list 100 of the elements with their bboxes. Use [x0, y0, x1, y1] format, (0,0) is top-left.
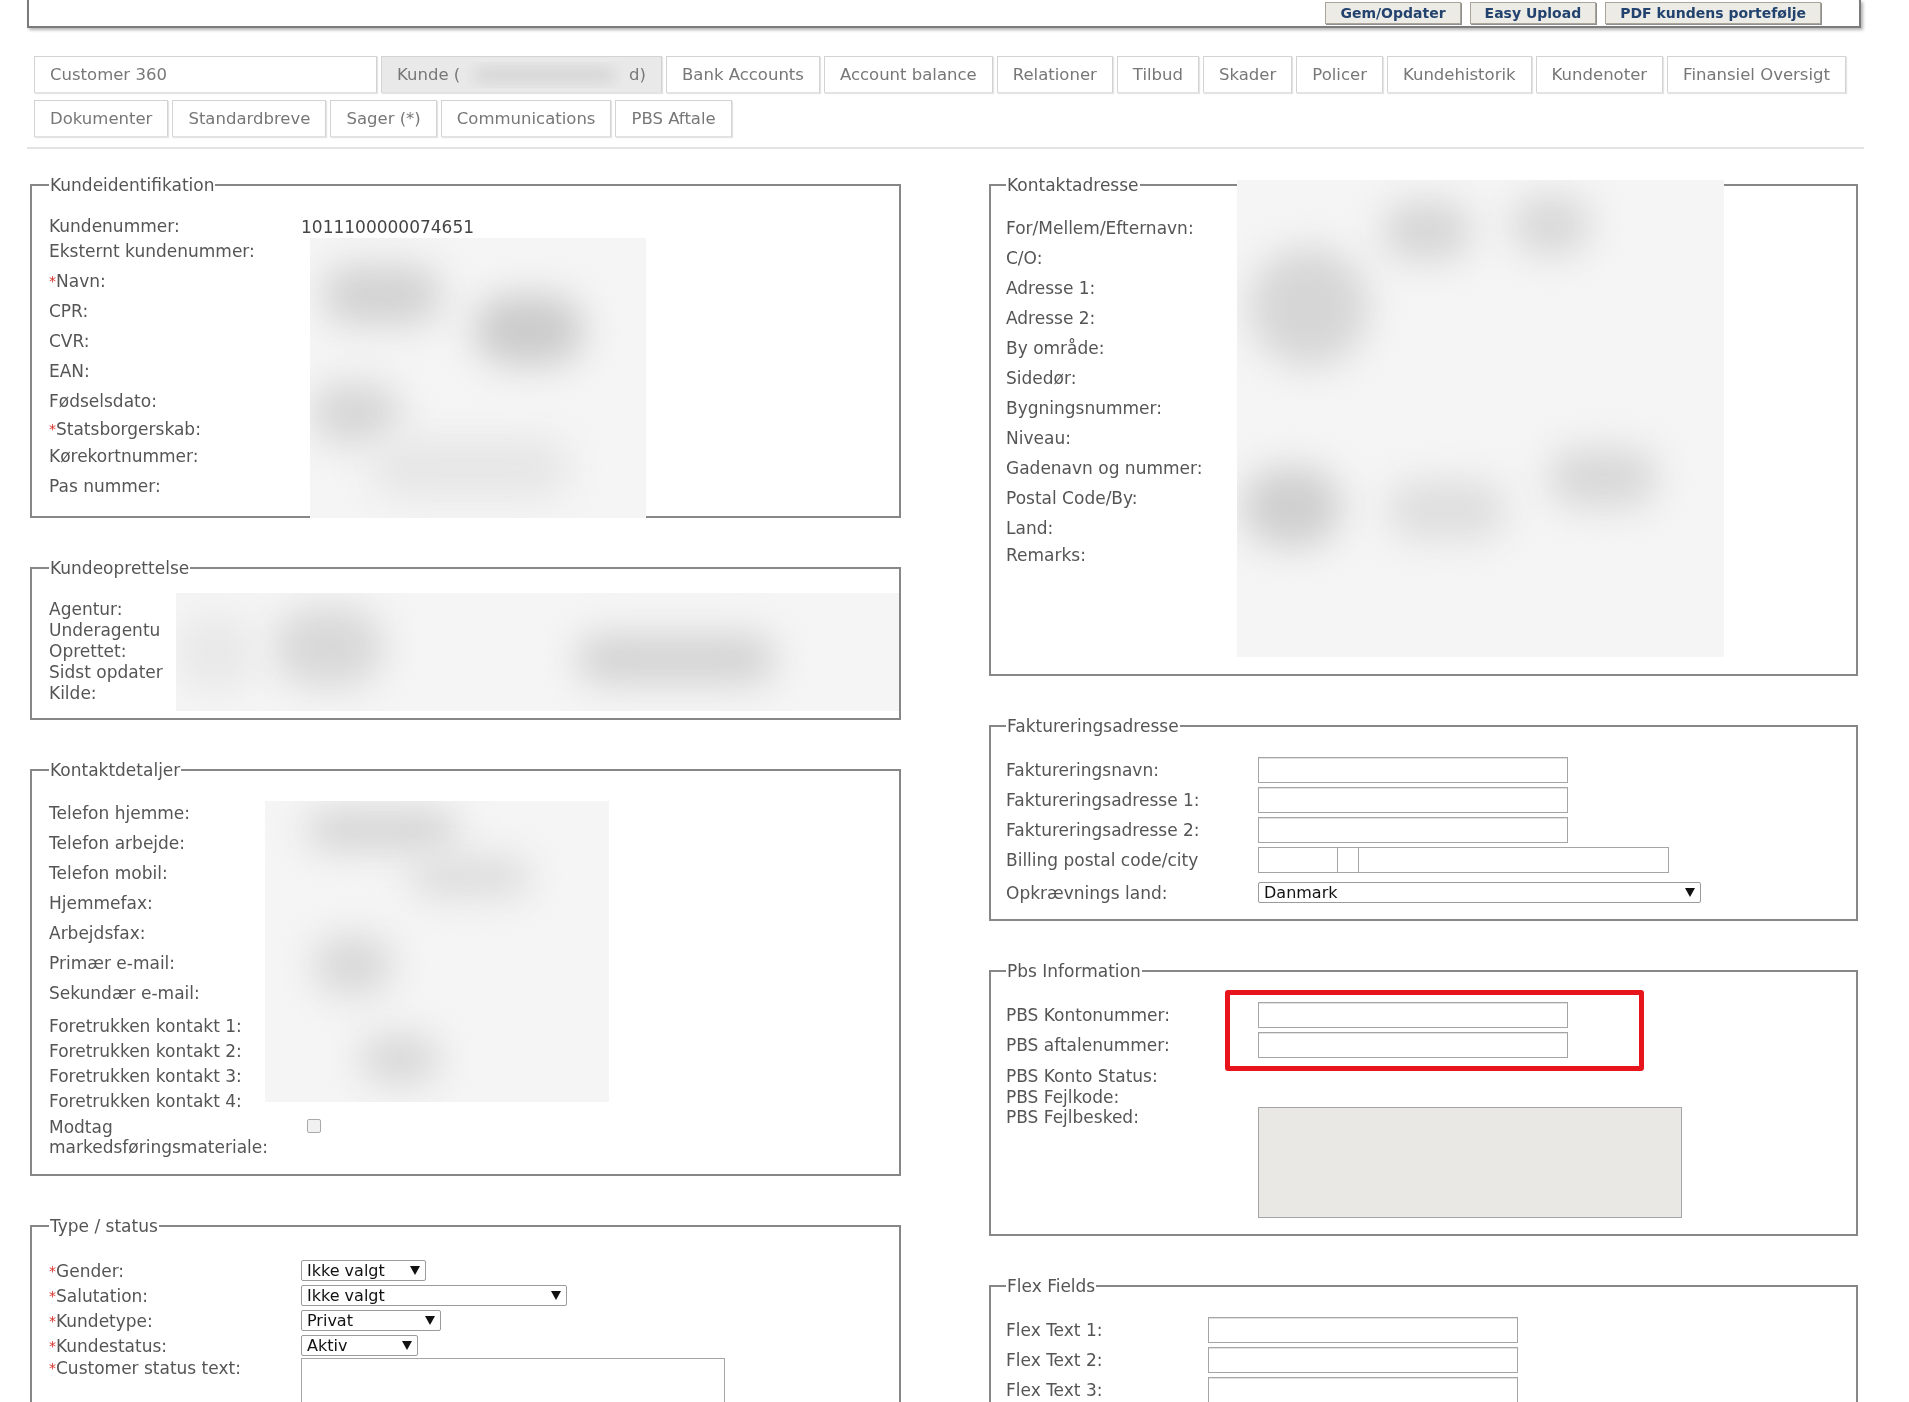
checkbox[interactable]	[307, 1119, 321, 1133]
tab[interactable]: Communications	[440, 100, 612, 137]
field-label: PBS Konto Status:	[1006, 1065, 1159, 1086]
field-label: For/Mellem/Efternavn:	[1006, 218, 1194, 238]
tab[interactable]: Customer 360	[34, 56, 377, 93]
field-label: Faktureringsadresse 2:	[1006, 820, 1201, 840]
field-label: Foretrukken kontakt 4:	[49, 1090, 242, 1111]
caret-icon	[402, 1341, 412, 1350]
dropdown[interactable]: Danmark	[1258, 882, 1701, 903]
toolbar-button[interactable]: Easy Upload	[1469, 2, 1597, 24]
input-field[interactable]	[1208, 1377, 1518, 1402]
input-field[interactable]	[1358, 847, 1669, 873]
tab[interactable]: Dokumenter	[34, 100, 169, 137]
tab[interactable]: PBS Aftale	[615, 100, 732, 137]
tab[interactable]: Kundenoter	[1535, 56, 1664, 93]
field-label: *Kundestatus:	[49, 1335, 169, 1356]
field-label: *Kundetype:	[49, 1310, 154, 1331]
field-label: Niveau:	[1006, 428, 1071, 448]
field-label: Pas nummer:	[49, 476, 161, 496]
section-legend: Kontaktdetaljer	[49, 760, 182, 780]
tab[interactable]: Tilbud	[1116, 56, 1199, 93]
field-label: Adresse 1:	[1006, 278, 1096, 298]
caret-icon	[410, 1266, 420, 1275]
field-label: Flex Text 2:	[1006, 1350, 1104, 1370]
field-label: Sidedør:	[1006, 368, 1077, 388]
input-field[interactable]	[1258, 817, 1568, 843]
field-label: Arbejdsfax:	[49, 923, 146, 943]
field-label: Faktureringsnavn:	[1006, 760, 1160, 780]
section-legend: Pbs Information	[1006, 961, 1142, 981]
field-label: PBS Fejlbesked:	[1006, 1107, 1140, 1127]
field-label: Fødselsdato:	[49, 391, 157, 411]
input-field[interactable]	[1208, 1347, 1518, 1373]
field-label: Modtag markedsføringsmateriale:	[49, 1117, 269, 1157]
field-label: Faktureringsadresse 1:	[1006, 790, 1201, 810]
tab[interactable]: Policer	[1296, 56, 1383, 93]
input-field[interactable]	[1258, 1002, 1568, 1028]
field-label: Gadenavn og nummer:	[1006, 458, 1203, 478]
section-legend: Kundeidentifikation	[49, 175, 216, 195]
field-label: Telefon mobil:	[49, 863, 168, 883]
field-label: Land:	[1006, 518, 1054, 538]
section-legend: Faktureringsadresse	[1006, 716, 1180, 736]
tab[interactable]: Bank Accounts	[666, 56, 820, 93]
caret-icon	[551, 1291, 561, 1300]
field-label: Kørekortnummer:	[49, 446, 199, 466]
field-label: Kilde:	[49, 682, 97, 703]
field-label: Foretrukken kontakt 1:	[49, 1015, 242, 1036]
input-field[interactable]	[1258, 847, 1338, 873]
field-label: Telefon arbejde:	[49, 833, 186, 853]
field-label: Underagentu	[49, 619, 161, 640]
field-label: Hjemmefax:	[49, 893, 153, 913]
field-label: Kundenummer:	[49, 215, 180, 236]
field-label: *Salutation:	[49, 1285, 150, 1306]
field-label: By område:	[1006, 338, 1105, 358]
field-label: Flex Text 3:	[1006, 1380, 1104, 1400]
toolbar-button[interactable]: PDF kundens portefølje	[1605, 2, 1821, 24]
field-label: PBS Fejlkode:	[1006, 1086, 1121, 1107]
tab[interactable]: Finansiel Oversigt	[1667, 56, 1846, 93]
input-field[interactable]	[1258, 1032, 1568, 1058]
field-label: *Navn:	[49, 271, 106, 291]
field-label: Agentur:	[49, 598, 123, 619]
field-label: *Gender:	[49, 1260, 126, 1281]
tab[interactable]: Sager (*)	[330, 100, 437, 137]
dropdown[interactable]: Privat	[301, 1310, 441, 1331]
tab[interactable]: Kundehistorik	[1386, 56, 1532, 93]
toolbar-button[interactable]: Gem/Opdater	[1325, 2, 1461, 24]
field-label: PBS Kontonummer:	[1006, 1005, 1171, 1025]
tab[interactable]: Kunde ( d)	[381, 56, 662, 93]
field-value: 1011100000074651	[301, 216, 475, 237]
input-field[interactable]	[1258, 787, 1568, 813]
section-legend: Kundeoprettelse	[49, 558, 191, 578]
field-label: Flex Text 1:	[1006, 1320, 1104, 1340]
field-label: Foretrukken kontakt 2:	[49, 1040, 242, 1061]
field-label: Bygningsnummer:	[1006, 398, 1162, 418]
field-label: *Statsborgerskab:	[49, 418, 201, 439]
tab[interactable]: Relationer	[996, 56, 1113, 93]
field-label: Sidst opdater	[49, 661, 163, 682]
dropdown[interactable]: Ikke valgt	[301, 1260, 426, 1281]
field-label: Postal Code/By:	[1006, 488, 1138, 508]
field-label: Sekundær e-mail:	[49, 983, 200, 1003]
dropdown[interactable]: Ikke valgt	[301, 1285, 567, 1306]
field-label: Remarks:	[1006, 545, 1086, 565]
section-legend: Flex Fields	[1006, 1276, 1097, 1296]
tab[interactable]: Account balance	[823, 56, 993, 93]
tab[interactable]: Skader	[1203, 56, 1293, 93]
dropdown[interactable]: Aktiv	[301, 1335, 418, 1356]
caret-icon	[425, 1316, 435, 1325]
field-label: *Customer status text:	[49, 1358, 242, 1378]
field-label: CPR:	[49, 301, 89, 321]
input-field[interactable]	[1258, 757, 1568, 783]
section-legend: Kontaktadresse	[1006, 175, 1140, 195]
input-field[interactable]	[1208, 1317, 1518, 1343]
field-label: Primær e-mail:	[49, 953, 176, 973]
input-field[interactable]	[1338, 847, 1358, 873]
field-label: C/O:	[1006, 248, 1043, 268]
field-label: Foretrukken kontakt 3:	[49, 1065, 242, 1086]
field-label: Opkrævnings land:	[1006, 882, 1169, 903]
field-label: Oprettet:	[49, 640, 127, 661]
field-label: Adresse 2:	[1006, 308, 1096, 328]
tab[interactable]: Standardbreve	[172, 100, 327, 137]
section-legend: Type / status	[49, 1216, 159, 1236]
